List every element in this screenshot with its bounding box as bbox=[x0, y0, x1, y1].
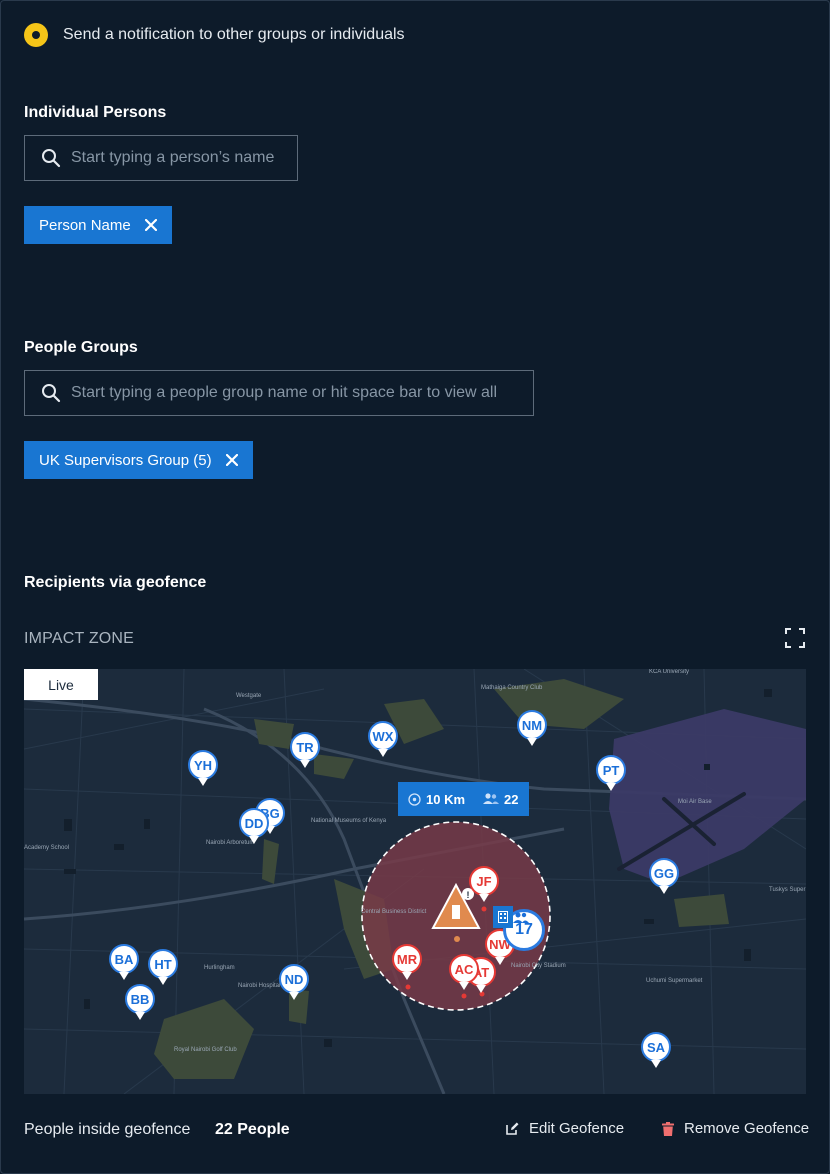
person-chip: Person Name bbox=[24, 206, 172, 244]
person-pin[interactable]: SA bbox=[641, 1032, 671, 1062]
person-pin[interactable]: TR bbox=[290, 732, 320, 762]
group-icon bbox=[513, 910, 529, 928]
map-label: Royal Nairobi Golf Club bbox=[174, 1047, 237, 1053]
geofence-people-count: 22 bbox=[504, 791, 519, 807]
person-pin[interactable]: BB bbox=[125, 984, 155, 1014]
map-base: ! bbox=[24, 669, 806, 1094]
person-pin[interactable]: HT bbox=[148, 949, 178, 979]
person-pin[interactable]: WX bbox=[368, 721, 398, 751]
people-icon bbox=[483, 793, 500, 804]
geofence-info-badge: 10 Km 22 bbox=[398, 782, 529, 816]
group-search[interactable] bbox=[24, 370, 534, 416]
map-label: Westgate bbox=[236, 693, 262, 699]
map-label: Hurlingham bbox=[204, 965, 235, 971]
map-label: Nairobi Hospital bbox=[238, 983, 281, 989]
map-label: Academy School bbox=[24, 845, 70, 851]
search-icon bbox=[42, 384, 61, 403]
map-label: Central Business District bbox=[361, 909, 427, 915]
impact-zone-label: IMPACT ZONE bbox=[24, 630, 135, 647]
map-label: Tuskys Super bbox=[769, 887, 806, 893]
map-label: Uchumi Supermarket bbox=[646, 978, 703, 984]
person-search[interactable] bbox=[24, 135, 298, 181]
trash-icon bbox=[662, 1121, 674, 1136]
edit-geofence-button[interactable]: Edit Geofence bbox=[506, 1120, 624, 1137]
radio-selected-icon[interactable] bbox=[24, 23, 48, 47]
person-chip-label: Person Name bbox=[39, 216, 131, 234]
people-inside-label: People inside geofence bbox=[24, 1121, 191, 1138]
map-label: National Museums of Kenya bbox=[311, 818, 387, 824]
edit-geofence-label: Edit Geofence bbox=[529, 1120, 625, 1137]
person-pin-inside[interactable]: AC bbox=[449, 954, 479, 984]
person-pin[interactable]: ND bbox=[279, 964, 309, 994]
radius-icon bbox=[408, 792, 421, 806]
notify-option-label: Send a notification to other groups or i… bbox=[63, 26, 405, 43]
map-label: KCA University bbox=[649, 669, 690, 675]
person-pin-inside[interactable]: JF bbox=[469, 866, 499, 896]
svg-text:!: ! bbox=[467, 890, 470, 900]
group-chip-label: UK Supervisors Group (5) bbox=[39, 451, 212, 469]
individual-persons-title: Individual Persons bbox=[24, 104, 167, 121]
people-inside-count: 22 People bbox=[215, 1121, 290, 1138]
person-pin[interactable]: DD bbox=[239, 808, 269, 838]
map-label: Nairobi Arboretum bbox=[206, 840, 255, 846]
person-pin[interactable]: GG bbox=[649, 858, 679, 888]
building-icon bbox=[493, 906, 513, 928]
group-chip: UK Supervisors Group (5) bbox=[24, 441, 253, 479]
remove-geofence-button[interactable]: Remove Geofence bbox=[662, 1120, 809, 1137]
people-groups-title: People Groups bbox=[24, 339, 138, 356]
live-tab[interactable]: Live bbox=[24, 669, 98, 700]
map-label: Moi Air Base bbox=[678, 799, 712, 805]
search-icon bbox=[42, 149, 61, 168]
geofence-title: Recipients via geofence bbox=[24, 574, 207, 591]
person-pin[interactable]: NM bbox=[517, 710, 547, 740]
person-pin[interactable]: PT bbox=[596, 755, 626, 785]
impact-zone-map[interactable]: ! Live Westgate Mathaiga Country Club Na… bbox=[24, 669, 806, 1094]
person-pin[interactable]: YH bbox=[188, 750, 218, 780]
map-label: Mathaiga Country Club bbox=[481, 685, 543, 691]
geofence-radius: 10 Km bbox=[426, 791, 466, 807]
group-search-input[interactable] bbox=[71, 384, 513, 402]
edit-icon bbox=[506, 1122, 519, 1135]
map-label: Nairobi City Stadium bbox=[511, 963, 566, 969]
person-pin-inside[interactable]: MR bbox=[392, 944, 422, 974]
person-search-input[interactable] bbox=[71, 149, 277, 167]
fullscreen-icon[interactable] bbox=[785, 628, 805, 653]
remove-geofence-label: Remove Geofence bbox=[684, 1120, 810, 1137]
person-pin[interactable]: BA bbox=[109, 944, 139, 974]
notify-option[interactable]: Send a notification to other groups or i… bbox=[24, 23, 405, 47]
remove-chip-icon[interactable] bbox=[144, 219, 157, 231]
remove-chip-icon[interactable] bbox=[225, 454, 238, 466]
